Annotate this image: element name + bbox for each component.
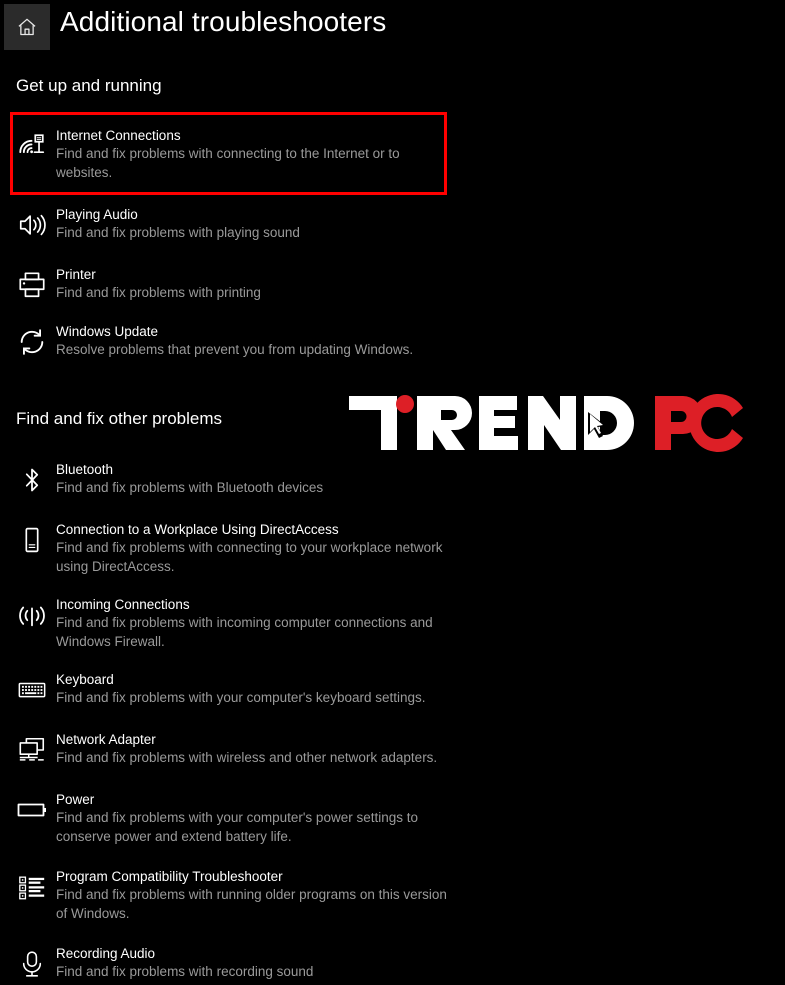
list-item-network-adapter[interactable]: Network Adapter Find and fix problems wi… bbox=[0, 730, 470, 768]
list-item-text: Playing Audio Find and fix problems with… bbox=[56, 205, 300, 242]
speaker-icon bbox=[14, 207, 50, 243]
list-item-power[interactable]: Power Find and fix problems with your co… bbox=[0, 790, 470, 846]
section-heading-find-and-fix-other-problems: Find and fix other problems bbox=[16, 409, 222, 428]
list-item-text: Program Compatibility Troubleshooter Fin… bbox=[56, 867, 456, 923]
battery-icon bbox=[14, 792, 50, 828]
list-item-text: Recording Audio Find and fix problems wi… bbox=[56, 944, 313, 981]
list-item-title: Power bbox=[56, 792, 95, 807]
list-item-text: Keyboard Find and fix problems with your… bbox=[56, 670, 426, 707]
list-item-description: Find and fix problems with your computer… bbox=[56, 690, 426, 705]
list-item-title: Recording Audio bbox=[56, 946, 156, 961]
list-item-directaccess[interactable]: Connection to a Workplace Using DirectAc… bbox=[0, 520, 470, 576]
list-item-title: Program Compatibility Troubleshooter bbox=[56, 869, 283, 884]
list-item-internet-connections[interactable]: Internet Connections Find and fix proble… bbox=[0, 126, 470, 182]
list-item-text: Printer Find and fix problems with print… bbox=[56, 265, 261, 302]
list-item-description: Find and fix problems with connecting to… bbox=[56, 146, 400, 180]
list-item-title: Bluetooth bbox=[56, 462, 114, 477]
list-item-description: Find and fix problems with wireless and … bbox=[56, 750, 438, 765]
list-item-text: Internet Connections Find and fix proble… bbox=[56, 126, 456, 182]
list-item-text: Bluetooth Find and fix problems with Blu… bbox=[56, 460, 323, 497]
list-item-playing-audio[interactable]: Playing Audio Find and fix problems with… bbox=[0, 205, 470, 243]
list-item-description: Find and fix problems with printing bbox=[56, 285, 261, 300]
list-item-printer[interactable]: Printer Find and fix problems with print… bbox=[0, 265, 470, 303]
list-item-windows-update[interactable]: Windows Update Resolve problems that pre… bbox=[0, 322, 470, 360]
list-item-text: Power Find and fix problems with your co… bbox=[56, 790, 456, 846]
list-item-description: Find and fix problems with your computer… bbox=[56, 810, 418, 844]
list-icon bbox=[14, 869, 50, 905]
page-header: Additional troubleshooters bbox=[0, 0, 785, 54]
list-item-title: Keyboard bbox=[56, 672, 114, 687]
list-item-text: Incoming Connections Find and fix proble… bbox=[56, 595, 456, 651]
page-title: Additional troubleshooters bbox=[60, 6, 387, 37]
home-button[interactable] bbox=[4, 4, 50, 50]
list-item-description: Find and fix problems with incoming comp… bbox=[56, 615, 433, 649]
refresh-icon bbox=[14, 324, 50, 360]
list-item-recording-audio[interactable]: Recording Audio Find and fix problems wi… bbox=[0, 944, 470, 982]
list-item-title: Incoming Connections bbox=[56, 597, 190, 612]
network-adapter-icon bbox=[14, 732, 50, 768]
list-item-description: Find and fix problems with Bluetooth dev… bbox=[56, 480, 324, 495]
list-item-text: Connection to a Workplace Using DirectAc… bbox=[56, 520, 456, 576]
list-item-description: Find and fix problems with recording sou… bbox=[56, 964, 314, 979]
list-item-text: Windows Update Resolve problems that pre… bbox=[56, 322, 413, 359]
list-item-description: Resolve problems that prevent you from u… bbox=[56, 342, 414, 357]
incoming-connections-icon bbox=[14, 597, 50, 633]
list-item-title: Network Adapter bbox=[56, 732, 156, 747]
list-item-title: Windows Update bbox=[56, 324, 159, 339]
list-item-incoming-connections[interactable]: Incoming Connections Find and fix proble… bbox=[0, 595, 470, 651]
list-item-description: Find and fix problems with running older… bbox=[56, 887, 447, 921]
internet-connections-icon bbox=[14, 128, 50, 164]
settings-page: Additional troubleshooters Get up and ru… bbox=[0, 0, 785, 985]
home-icon bbox=[16, 16, 38, 38]
list-item-program-compatibility[interactable]: Program Compatibility Troubleshooter Fin… bbox=[0, 867, 470, 923]
list-item-keyboard[interactable]: Keyboard Find and fix problems with your… bbox=[0, 670, 470, 708]
list-item-title: Internet Connections bbox=[56, 128, 181, 143]
list-item-bluetooth[interactable]: Bluetooth Find and fix problems with Blu… bbox=[0, 460, 470, 498]
red-dot-icon bbox=[396, 395, 414, 413]
section-heading-get-up-and-running: Get up and running bbox=[16, 76, 162, 95]
list-item-title: Printer bbox=[56, 267, 96, 282]
list-item-title: Playing Audio bbox=[56, 207, 138, 222]
list-item-text: Network Adapter Find and fix problems wi… bbox=[56, 730, 437, 767]
bluetooth-icon bbox=[14, 462, 50, 498]
list-item-description: Find and fix problems with connecting to… bbox=[56, 540, 443, 574]
list-item-description: Find and fix problems with playing sound bbox=[56, 225, 300, 240]
printer-icon bbox=[14, 267, 50, 303]
trend-pc-watermark bbox=[345, 392, 765, 454]
microphone-icon bbox=[14, 946, 50, 982]
workplace-device-icon bbox=[14, 522, 50, 558]
list-item-title: Connection to a Workplace Using DirectAc… bbox=[56, 522, 339, 537]
keyboard-icon bbox=[14, 672, 50, 708]
